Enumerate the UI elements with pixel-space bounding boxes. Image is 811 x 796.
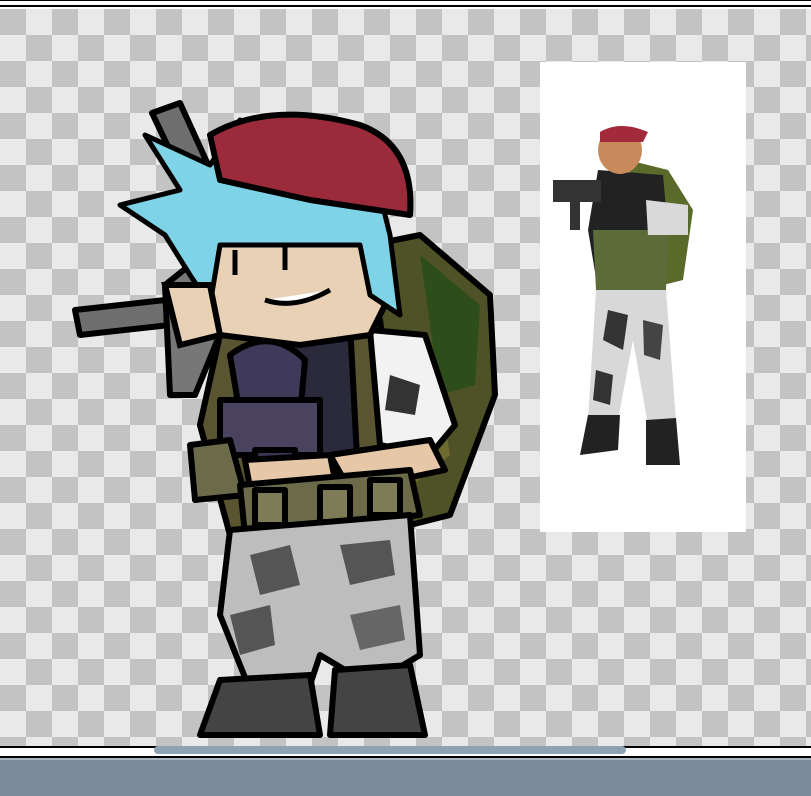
main-sprite-image bbox=[72, 100, 498, 738]
boots-icon bbox=[197, 662, 428, 738]
reference-pants-icon bbox=[588, 290, 676, 425]
reference-sprite-image bbox=[553, 126, 693, 465]
reference-boots-icon bbox=[580, 415, 680, 465]
horizontal-scrollbar-thumb[interactable] bbox=[154, 746, 626, 754]
bottom-status-bar bbox=[0, 758, 811, 796]
window-top-frame bbox=[0, 0, 811, 9]
